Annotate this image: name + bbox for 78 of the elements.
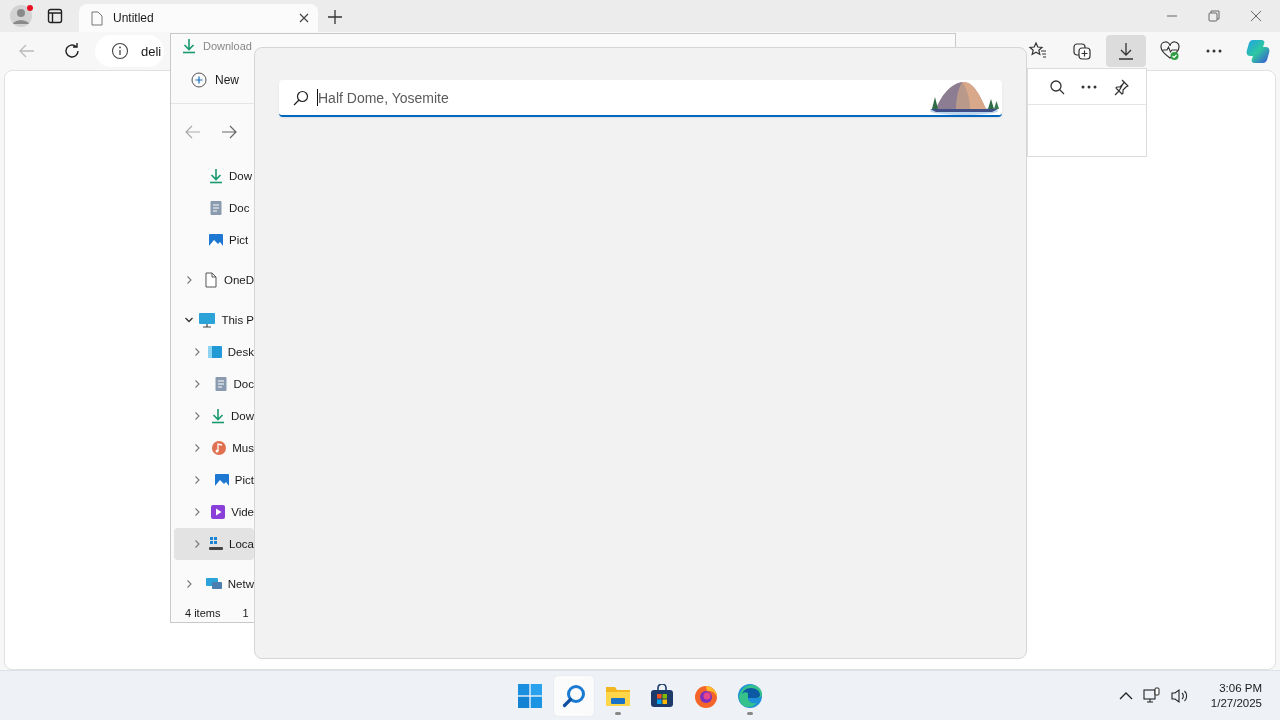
tab-actions-icon bbox=[47, 8, 63, 24]
tree-item[interactable]: This P bbox=[174, 303, 254, 336]
restore-icon bbox=[1208, 10, 1220, 22]
tree-item[interactable]: Dow bbox=[174, 399, 254, 432]
tree-item[interactable]: Mus bbox=[174, 431, 254, 464]
file-icon bbox=[202, 271, 219, 288]
new-tab-icon bbox=[328, 10, 342, 24]
chevron-icon[interactable] bbox=[192, 442, 202, 453]
network-icon bbox=[1142, 686, 1161, 705]
status-text: 4 items bbox=[185, 607, 221, 620]
more-icon bbox=[1080, 83, 1098, 90]
bag-icon bbox=[650, 683, 674, 708]
new-button[interactable]: New bbox=[191, 72, 239, 89]
network-icon bbox=[204, 576, 223, 591]
page-icon bbox=[91, 10, 103, 26]
quick-access-item[interactable]: Pict bbox=[174, 223, 254, 256]
download-icon bbox=[1116, 41, 1136, 61]
tree-item[interactable]: Loca bbox=[174, 527, 254, 560]
status-text: 1 bbox=[242, 607, 249, 620]
music-icon bbox=[211, 439, 228, 456]
drive-icon bbox=[208, 535, 225, 552]
copilot-icon bbox=[1245, 38, 1271, 64]
taskbar-button[interactable] bbox=[554, 675, 594, 716]
volume-icon bbox=[1170, 687, 1189, 704]
search-input[interactable]: Half Dome, Yosemite bbox=[318, 89, 918, 106]
tree-item[interactable]: Pict bbox=[174, 463, 254, 496]
plus-icon bbox=[191, 72, 207, 89]
video-icon bbox=[210, 503, 227, 520]
picture-icon bbox=[208, 231, 224, 248]
chevron-icon[interactable] bbox=[184, 578, 194, 589]
desktop-icon bbox=[206, 343, 223, 360]
close-icon bbox=[298, 12, 310, 24]
close-icon bbox=[1250, 10, 1262, 22]
refresh-icon bbox=[63, 42, 81, 60]
chevron-icon[interactable] bbox=[192, 474, 202, 485]
browser-tab[interactable]: Untitled bbox=[79, 4, 318, 32]
download-icon bbox=[210, 407, 226, 424]
toolbar-button[interactable] bbox=[1106, 35, 1146, 67]
picture-icon bbox=[213, 471, 230, 488]
document-icon bbox=[208, 199, 224, 216]
tree-item[interactable]: OneD bbox=[174, 263, 254, 296]
search-field[interactable]: Half Dome, Yosemite bbox=[279, 80, 1002, 117]
profile-icon bbox=[10, 4, 34, 28]
tree-item[interactable]: Doc bbox=[174, 367, 254, 400]
search-icon bbox=[1049, 78, 1065, 95]
quick-access-item[interactable]: Dow bbox=[174, 159, 254, 192]
address-bar[interactable]: deli bbox=[95, 35, 164, 67]
download-icon bbox=[208, 167, 224, 184]
chevron-icon[interactable] bbox=[192, 410, 202, 421]
clock-date: 1/27/2025 bbox=[1210, 697, 1262, 709]
chevron-icon[interactable] bbox=[184, 274, 194, 285]
swirl-icon bbox=[737, 682, 763, 709]
more-icon bbox=[1205, 48, 1223, 54]
url-text: deli bbox=[141, 43, 162, 59]
tree-item[interactable]: Netw bbox=[174, 567, 254, 600]
favorites-icon bbox=[1028, 41, 1048, 61]
forward-icon bbox=[221, 124, 237, 139]
clock-time: 3:06 PM bbox=[1219, 682, 1262, 694]
chevron-icon[interactable] bbox=[192, 506, 202, 517]
quick-access-item[interactable]: Doc bbox=[174, 191, 254, 224]
info-icon bbox=[111, 42, 129, 60]
chevron-icon[interactable] bbox=[192, 378, 202, 389]
back-icon bbox=[185, 124, 201, 139]
chevron-icon[interactable] bbox=[192, 538, 202, 549]
monitor-icon bbox=[198, 311, 217, 328]
search-icon bbox=[293, 89, 309, 106]
collections-icon bbox=[1072, 41, 1092, 61]
download-icon bbox=[181, 37, 197, 54]
chevron-icon[interactable] bbox=[192, 346, 202, 357]
tree-item[interactable]: Desk bbox=[174, 335, 254, 368]
search-icon bbox=[562, 683, 586, 708]
window-title: Download bbox=[203, 39, 252, 52]
windows-icon bbox=[518, 683, 542, 708]
heart-icon bbox=[1159, 40, 1181, 62]
back-icon bbox=[19, 44, 35, 58]
chevron-up-icon bbox=[1118, 690, 1133, 701]
pin-icon bbox=[1112, 77, 1130, 96]
tree-item[interactable]: Vide bbox=[174, 495, 254, 528]
